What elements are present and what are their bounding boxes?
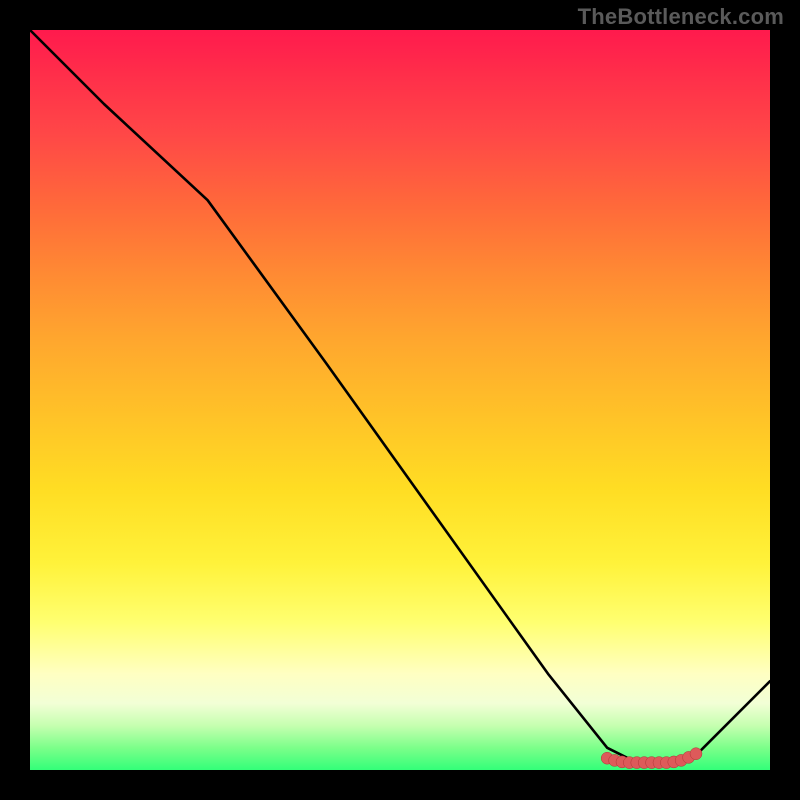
marker-dot (690, 748, 702, 760)
optimal-region-markers (601, 748, 702, 769)
chart-overlay-svg (30, 30, 770, 770)
chart-stage: TheBottleneck.com (0, 0, 800, 800)
watermark-text: TheBottleneck.com (578, 4, 784, 30)
bottleneck-curve (30, 30, 770, 763)
